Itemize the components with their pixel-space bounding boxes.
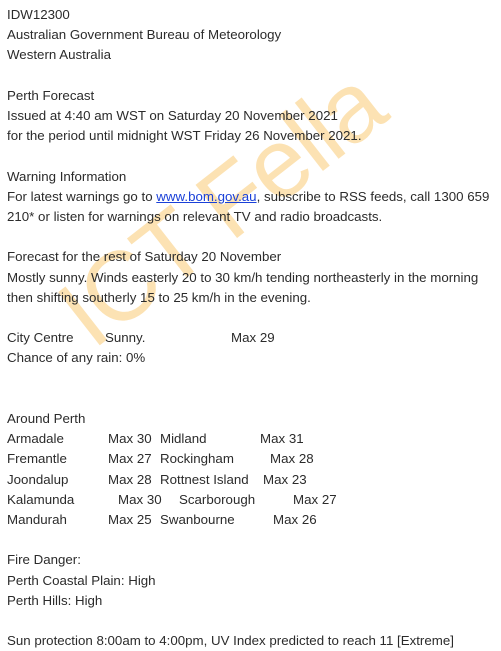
suburb-max-temp-2: Max 28 [270, 451, 314, 467]
suburb-name-2: Rockingham [160, 451, 234, 467]
fire-danger-coastal-plain: Perth Coastal Plain: High [7, 572, 156, 588]
fire-danger-heading: Fire Danger: [7, 552, 81, 568]
city-centre-condition: Sunny. [105, 330, 146, 346]
suburb-name: Kalamunda [7, 491, 75, 507]
table-row: Armadale Max 30 Midland Max 31 [7, 429, 501, 449]
city-centre-row: City Centre Sunny. Max 29 [7, 328, 501, 348]
city-centre-max: Max 29 [231, 330, 275, 346]
forecast-period: for the period until midnight WST Friday… [7, 128, 362, 144]
suburb-name-2: Scarborough [179, 491, 256, 507]
today-forecast-line-1: Mostly sunny. Winds easterly 20 to 30 km… [7, 269, 479, 285]
warning-text-after-link: , subscribe to RSS feeds, call 1300 659 [256, 188, 490, 204]
sun-protection-advice: Sun protection 8:00am to 4:00pm, UV Inde… [7, 633, 454, 649]
city-centre-rain-chance: Chance of any rain: 0% [7, 350, 146, 366]
suburb-max-temp: Max 27 [108, 451, 152, 467]
suburb-name: Armadale [7, 431, 64, 447]
suburb-name-2: Rottnest Island [160, 471, 249, 487]
bom-website-link[interactable]: www.bom.gov.au [156, 189, 256, 204]
forecast-document: IDW12300 Australian Government Bureau of… [0, 0, 501, 651]
suburb-name-2: Swanbourne [160, 511, 235, 527]
suburb-name: Joondalup [7, 471, 69, 487]
suburb-max-temp-2: Max 23 [263, 471, 307, 487]
table-row: Joondalup Max 28 Rottnest Island Max 23 [7, 470, 501, 490]
around-perth-heading: Around Perth [7, 410, 86, 426]
product-id: IDW12300 [7, 7, 70, 22]
today-forecast-heading: Forecast for the rest of Saturday 20 Nov… [7, 249, 282, 265]
suburb-max-temp: Max 25 [108, 511, 152, 527]
city-centre-location: City Centre [7, 330, 74, 346]
today-forecast-line-2: then shifting southerly 15 to 25 km/h in… [7, 289, 311, 305]
suburb-max-temp-2: Max 26 [273, 511, 317, 527]
suburb-max-temp: Max 30 [108, 431, 152, 447]
forecast-title: Perth Forecast [7, 87, 95, 103]
warning-text-before-link: For latest warnings go to [7, 188, 157, 204]
warning-line-1: For latest warnings go to www.bom.gov.au… [7, 187, 501, 207]
region-name: Western Australia [7, 47, 111, 63]
table-row: Mandurah Max 25 Swanbourne Max 26 [7, 510, 501, 530]
suburb-max-temp-2: Max 31 [260, 431, 304, 447]
issued-time: Issued at 4:40 am WST on Saturday 20 Nov… [7, 108, 338, 123]
agency-name: Australian Government Bureau of Meteorol… [7, 27, 282, 43]
table-row: Fremantle Max 27 Rockingham Max 28 [7, 449, 501, 469]
suburb-name: Mandurah [7, 511, 67, 527]
suburb-max-temp: Max 28 [108, 471, 152, 487]
suburb-max-temp-2: Max 27 [293, 491, 337, 507]
suburb-name: Fremantle [7, 451, 67, 467]
fire-danger-hills: Perth Hills: High [7, 592, 103, 608]
suburb-max-temp: Max 30 [118, 491, 162, 507]
warning-line-2: 210* or listen for warnings on relevant … [7, 209, 383, 224]
suburb-name-2: Midland [160, 431, 207, 447]
warning-heading: Warning Information [7, 168, 127, 184]
table-row: Kalamunda Max 30 Scarborough Max 27 [7, 490, 501, 510]
